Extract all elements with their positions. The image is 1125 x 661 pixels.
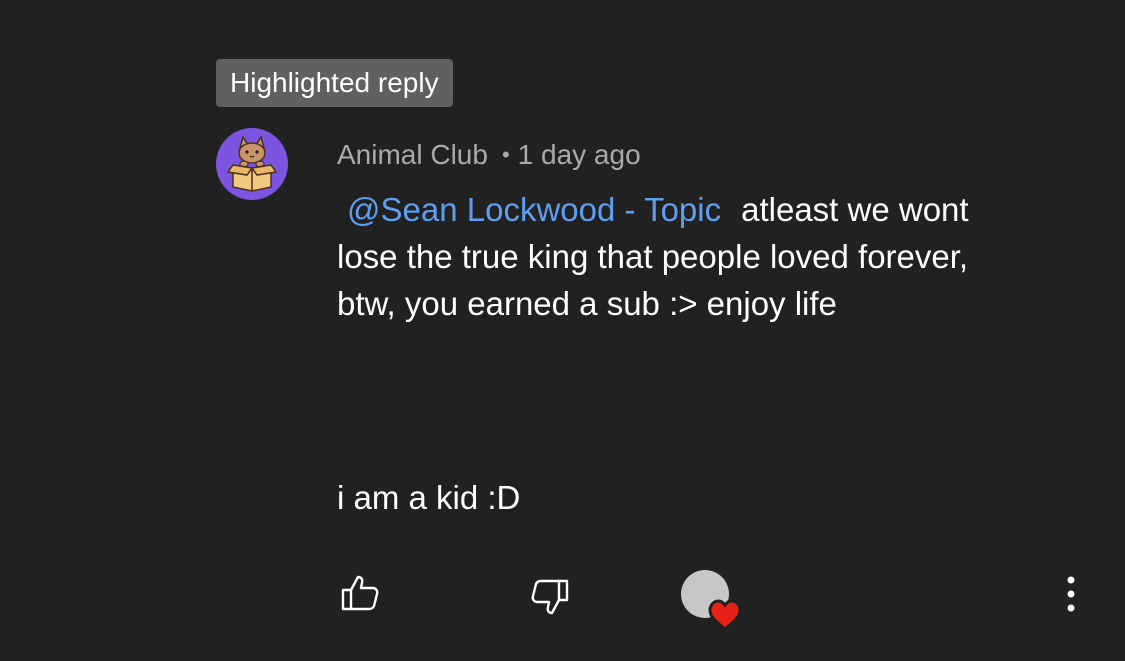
- comment-text-line-1: atleast we wont: [741, 191, 969, 228]
- comment-text-line-3: btw, you earned a sub :> enjoy life: [337, 285, 837, 322]
- creator-heart-icon: [708, 599, 742, 632]
- thumbs-down-icon: [531, 579, 569, 615]
- thumbs-up-icon: [341, 575, 379, 611]
- more-vertical-icon: [1067, 576, 1075, 612]
- highlighted-reply-badge: Highlighted reply: [216, 59, 453, 107]
- comment-text-line-2: lose the true king that people loved for…: [337, 238, 969, 275]
- author-name[interactable]: Animal Club: [337, 139, 488, 170]
- dislike-button[interactable]: [522, 570, 578, 626]
- more-options-button[interactable]: [1052, 572, 1090, 616]
- comment-meta: Animal Club • 1 day ago: [337, 135, 641, 175]
- mention-link[interactable]: @Sean Lockwood - Topic: [337, 191, 741, 228]
- cat-in-box-icon: [226, 135, 278, 192]
- meta-separator: •: [501, 142, 510, 167]
- creator-heart: [677, 566, 747, 636]
- comment-body: @Sean Lockwood - Topic atleast we wont lo…: [337, 186, 1097, 327]
- like-button[interactable]: [332, 564, 388, 620]
- comment-text-line-4: i am a kid :D: [337, 479, 521, 516]
- comment-time: 1 day ago: [517, 139, 641, 170]
- author-avatar[interactable]: [216, 128, 288, 200]
